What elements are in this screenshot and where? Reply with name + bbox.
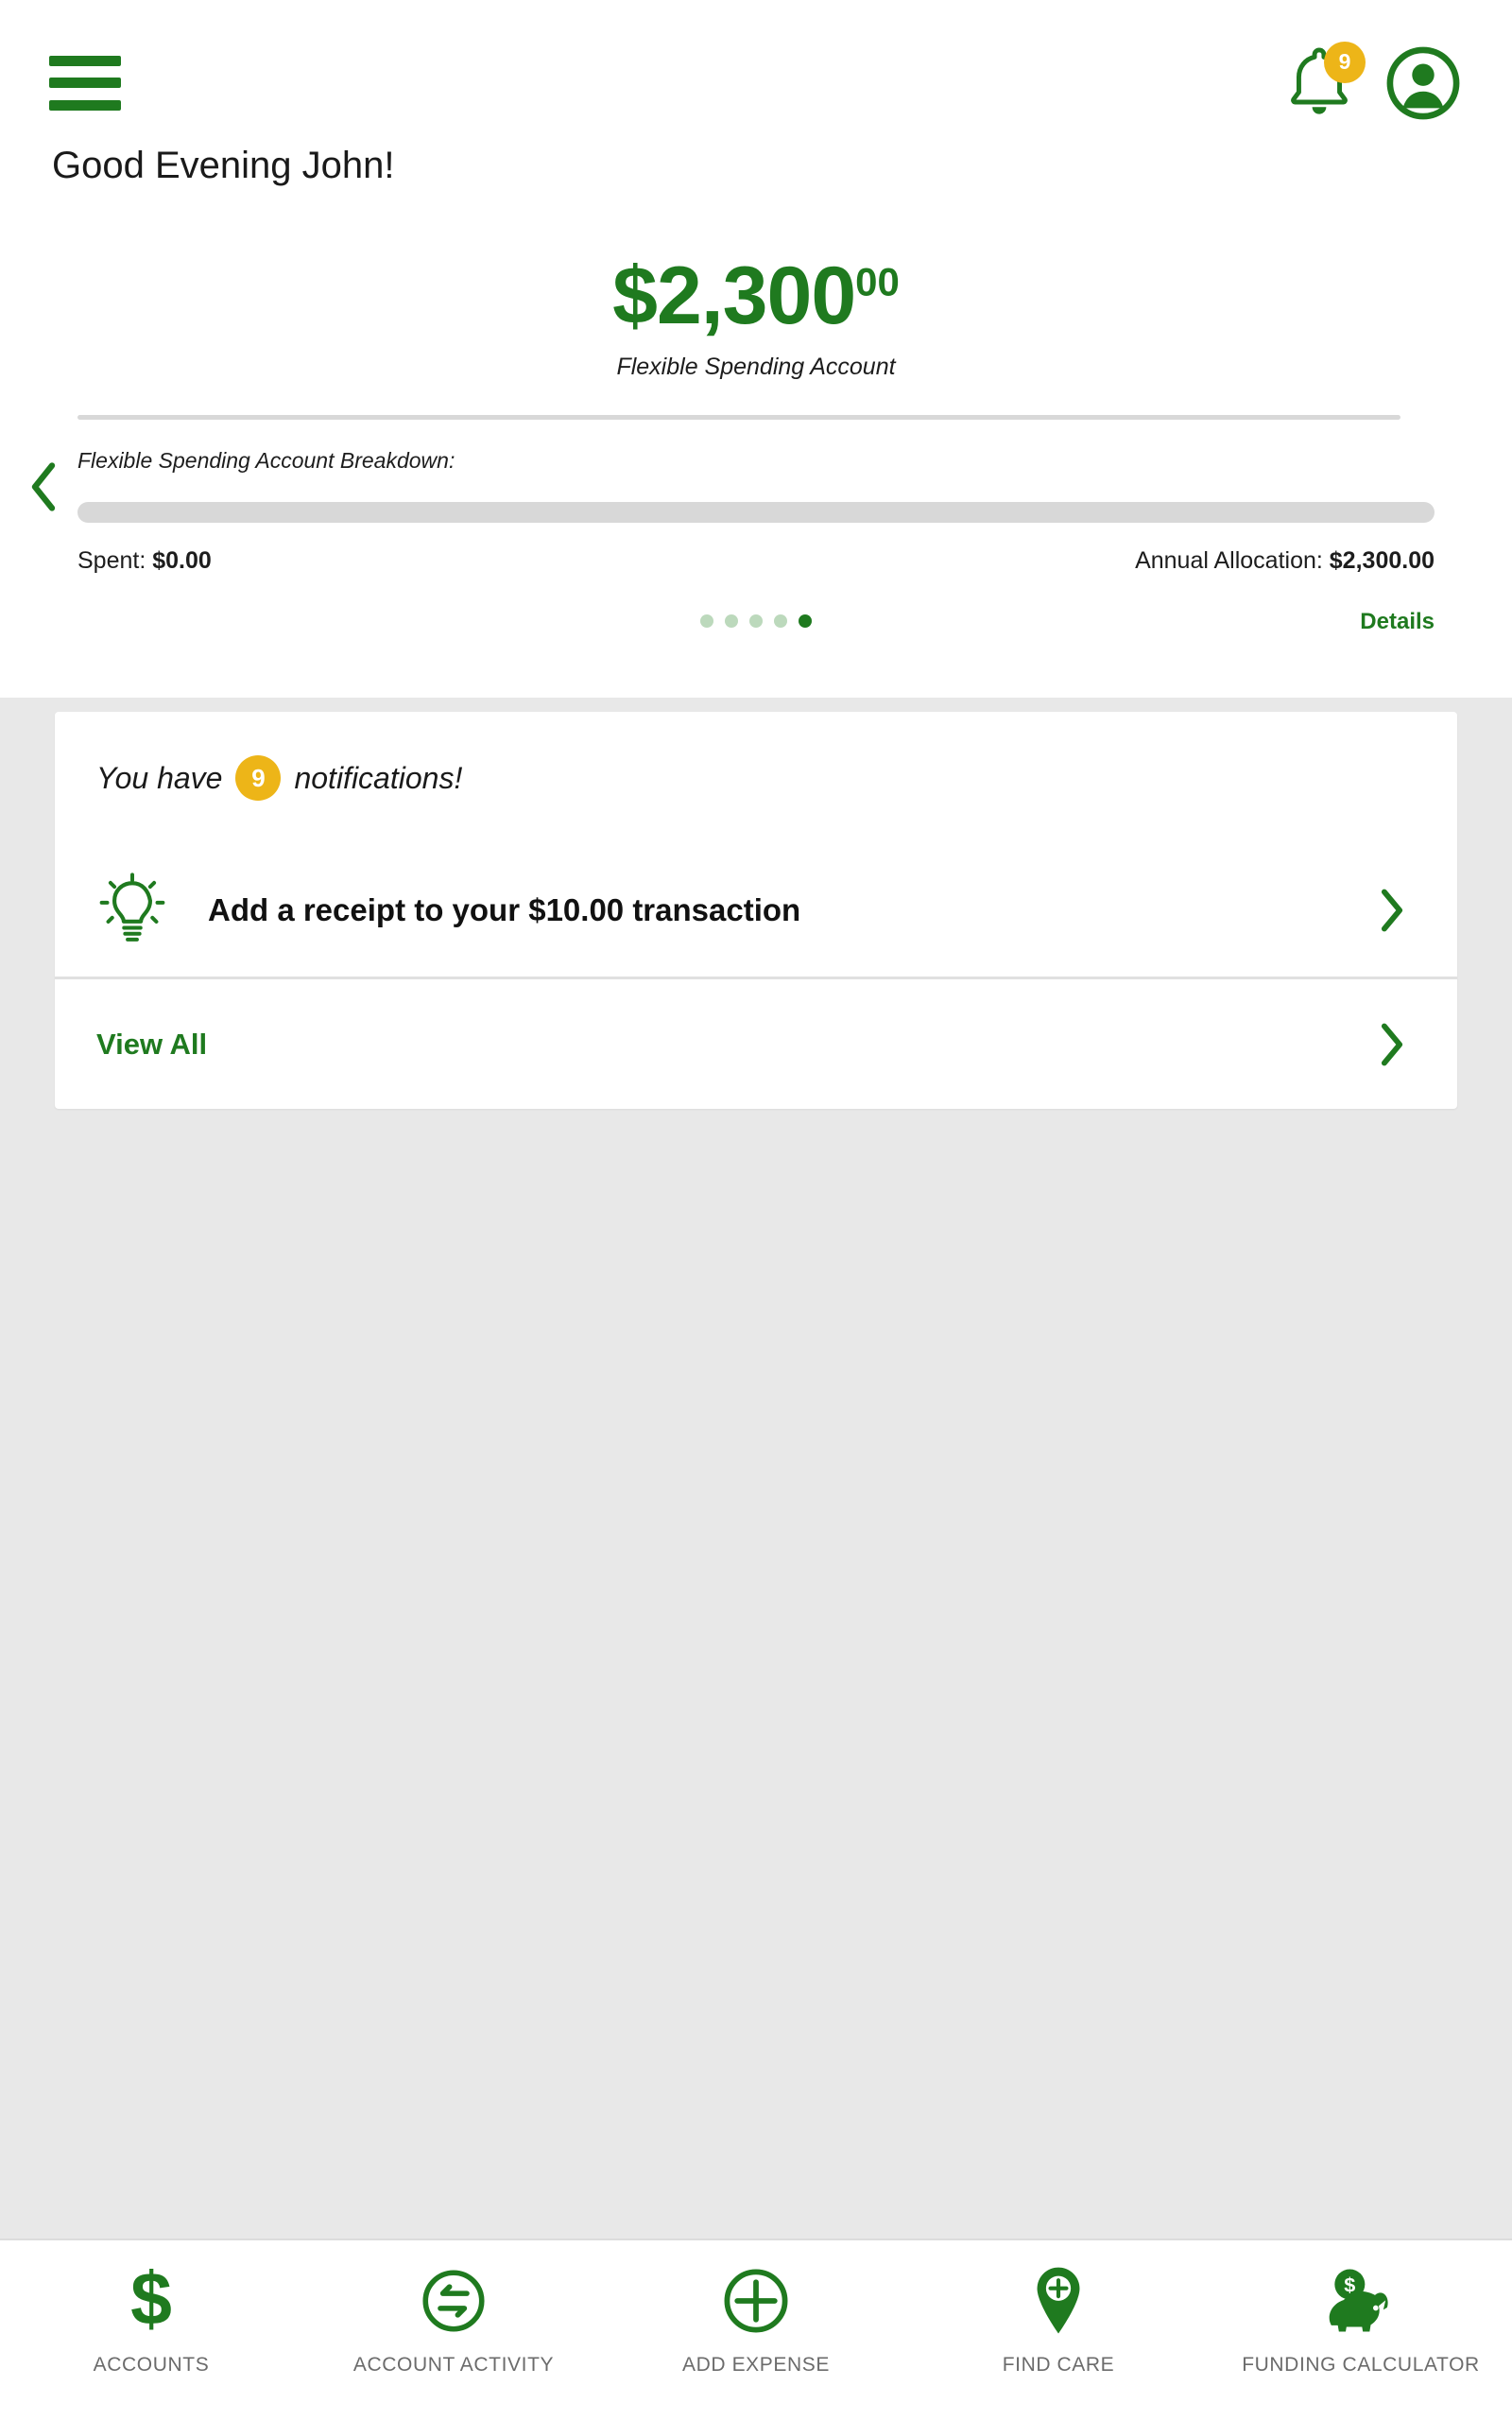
app-screen: 9 Good Evening John! $2,30000 Flexible S… [0, 0, 1512, 2420]
user-avatar-button[interactable] [1386, 46, 1460, 120]
carousel-footer: Details [0, 609, 1512, 647]
hamburger-bar [49, 78, 121, 88]
nav-label-add-expense: ADD EXPENSE [682, 2354, 830, 2376]
nav-label-find-care: FIND CARE [1002, 2354, 1115, 2376]
nav-label-funding-calculator: FUNDING CALCULATOR [1242, 2354, 1480, 2376]
allocation-summary: Annual Allocation: $2,300.00 [1135, 547, 1435, 575]
page-title: Good Evening John! [52, 145, 395, 186]
header-panel: 9 Good Evening John! $2,30000 Flexible S… [0, 0, 1512, 698]
spent-summary: Spent: $0.00 [77, 547, 212, 575]
carousel-dot[interactable] [774, 614, 787, 628]
chevron-right-icon[interactable] [1378, 889, 1406, 932]
hamburger-bar [49, 55, 121, 66]
view-all-row[interactable]: View All [55, 977, 1457, 1109]
notifications-summary: You have 9 notifications! [55, 712, 1457, 844]
details-link[interactable]: Details [1360, 609, 1435, 635]
carousel-prev-button[interactable] [25, 454, 62, 520]
piggy-bank-icon: $ [1323, 2265, 1399, 2337]
allocation-label: Annual Allocation: [1135, 547, 1323, 574]
nav-item-add-expense[interactable]: ADD EXPENSE [605, 2265, 907, 2377]
section-divider [77, 415, 1400, 420]
breakdown-section: Flexible Spending Account Breakdown: Spe… [0, 448, 1512, 575]
notification-item-text: Add a receipt to your $10.00 transaction [208, 892, 801, 927]
balance-display: $2,30000 Flexible Spending Account [0, 255, 1512, 381]
balance-amount: $2,30000 [0, 255, 1512, 337]
exchange-arrows-circle-icon [421, 2265, 487, 2337]
map-pin-plus-icon [1032, 2265, 1085, 2337]
nav-label-account-activity: ACCOUNT ACTIVITY [352, 2354, 555, 2376]
chevron-right-icon[interactable] [1378, 1023, 1406, 1066]
notification-badge: 9 [1324, 41, 1366, 83]
carousel-dot[interactable] [700, 614, 713, 628]
notification-item-receipt[interactable]: Add a receipt to your $10.00 transaction [55, 844, 1457, 977]
notifications-count-badge: 9 [235, 755, 282, 801]
balance-cents: 00 [855, 259, 900, 304]
user-avatar-icon [1386, 46, 1460, 119]
nav-item-accounts[interactable]: $ ACCOUNTS [0, 2265, 302, 2377]
carousel-dots [0, 614, 1512, 628]
spent-value: $0.00 [152, 547, 212, 574]
plus-circle-icon [722, 2265, 790, 2337]
progress-legend: Spent: $0.00 Annual Allocation: $2,300.0… [77, 547, 1435, 575]
notifications-suffix: notifications! [294, 760, 463, 795]
spent-label: Spent: [77, 547, 146, 574]
balance-account-label: Flexible Spending Account [616, 354, 896, 380]
notifications-card: You have 9 notifications! Add a receipt … [55, 712, 1457, 1109]
nav-item-account-activity[interactable]: ACCOUNT ACTIVITY [302, 2265, 605, 2377]
allocation-value: $2,300.00 [1329, 547, 1435, 574]
spend-progress-bar [77, 502, 1435, 523]
carousel-dot[interactable] [799, 614, 812, 628]
balance-carousel: $2,30000 Flexible Spending Account Flexi… [0, 255, 1512, 647]
carousel-dot[interactable] [725, 614, 738, 628]
app-bar-actions: 9 [1282, 41, 1460, 121]
dollar-sign-icon: $ [126, 2265, 177, 2337]
app-bar: 9 [0, 0, 1512, 165]
notification-bell-button[interactable]: 9 [1282, 41, 1366, 121]
balance-dollars: $2,300 [612, 251, 856, 341]
carousel-dot[interactable] [749, 614, 763, 628]
breakdown-title: Flexible Spending Account Breakdown: [77, 448, 455, 473]
view-all-label: View All [96, 1027, 208, 1061]
chevron-left-icon [31, 462, 56, 511]
nav-item-find-care[interactable]: FIND CARE [907, 2265, 1210, 2377]
nav-item-funding-calculator[interactable]: $ FUNDING CALCULATOR [1210, 2265, 1512, 2377]
bottom-navigation: $ ACCOUNTS ACCOUNT ACTIVITY ADD EXPENSE … [0, 2238, 1512, 2420]
hamburger-bar [49, 99, 121, 111]
content-area: You have 9 notifications! Add a receipt … [0, 698, 1512, 2238]
notifications-prefix: You have [96, 760, 223, 795]
hamburger-menu-icon[interactable] [49, 55, 121, 111]
svg-text:$: $ [130, 2265, 172, 2337]
nav-label-accounts: ACCOUNTS [93, 2354, 210, 2376]
lightbulb-idea-icon [96, 873, 168, 946]
